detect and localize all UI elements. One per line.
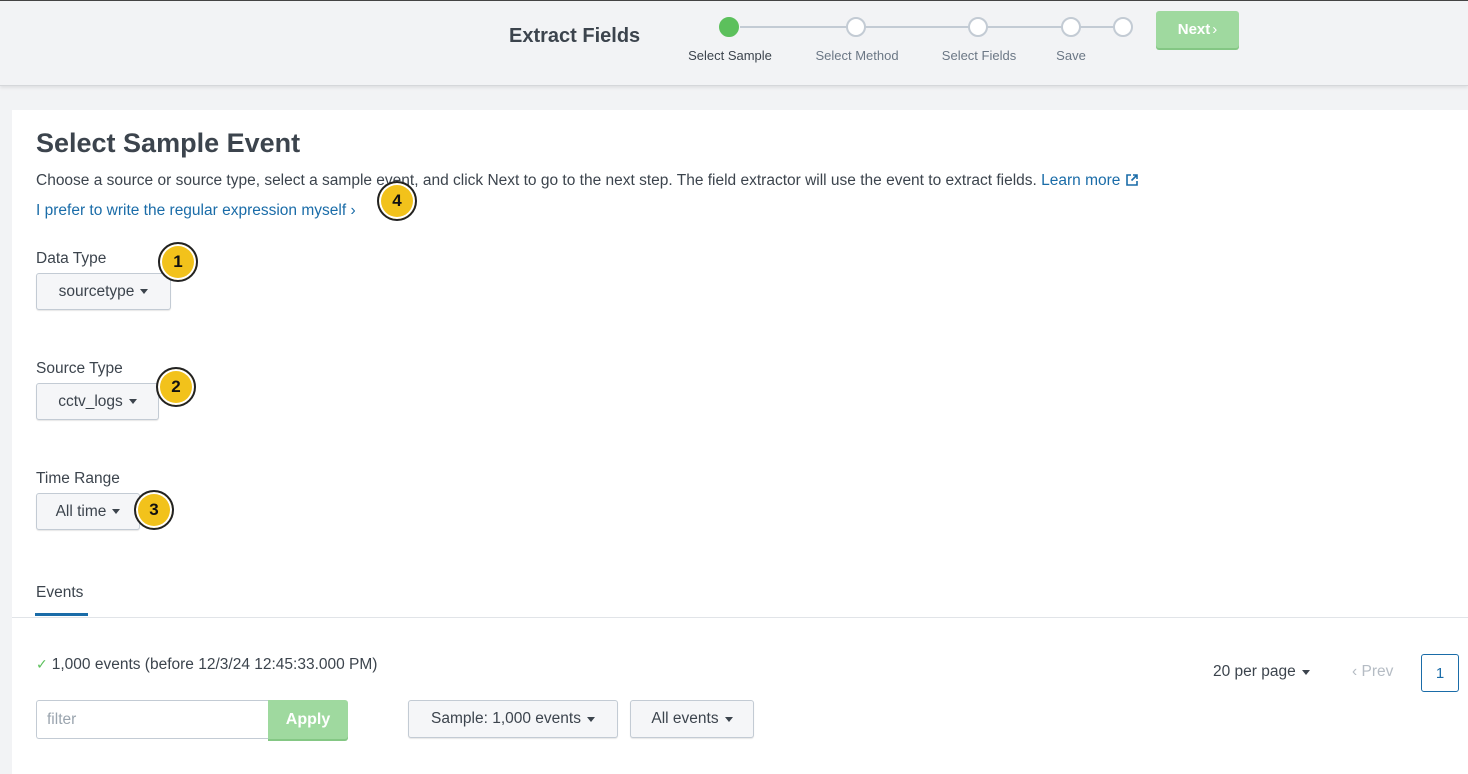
caret-down-icon [724, 716, 733, 722]
all-events-value: All events [651, 710, 719, 727]
step-label-select-fields: Select Fields [941, 48, 1017, 63]
caret-down-icon [1301, 669, 1310, 675]
source-type-value: cctv_logs [58, 392, 123, 410]
description-body: Choose a source or source type, select a… [36, 172, 1037, 189]
callout-badge-3: 3 [134, 490, 174, 530]
callout-badge-4: 4 [377, 181, 417, 221]
learn-more-link[interactable]: Learn more [1041, 172, 1139, 189]
data-type-dropdown[interactable]: sourcetype [36, 273, 171, 310]
external-link-icon [1126, 174, 1139, 186]
step-dot-save [1061, 17, 1081, 37]
top-bar: Extract Fields Select Sample Select Meth… [0, 0, 1468, 86]
description-text: Choose a source or source type, select a… [36, 172, 1139, 190]
caret-down-icon [128, 399, 137, 404]
page-number-button[interactable]: 1 [1421, 654, 1459, 692]
tab-events[interactable]: Events [36, 584, 83, 602]
step-connector [986, 26, 1062, 28]
sample-value: Sample: 1,000 events [431, 710, 581, 727]
prev-label: Prev [1361, 663, 1394, 680]
learn-more-label: Learn more [1041, 172, 1121, 189]
caret-down-icon [112, 509, 121, 514]
time-range-dropdown[interactable]: All time [36, 493, 140, 530]
write-regex-link[interactable]: I prefer to write the regular expression… [36, 202, 356, 220]
per-page-dropdown[interactable]: 20 per page [1213, 663, 1310, 681]
step-dot-select-method [846, 17, 866, 37]
step-label-save: Save [1056, 48, 1086, 63]
events-status-text: 1,000 events (before 12/3/24 12:45:33.00… [51, 656, 378, 673]
step-dot-select-fields [968, 17, 988, 37]
source-type-label: Source Type [36, 360, 123, 377]
tab-divider [12, 617, 1468, 618]
step-dot-final [1113, 17, 1133, 37]
data-type-label: Data Type [36, 250, 107, 267]
source-type-dropdown[interactable]: cctv_logs [36, 383, 159, 420]
page-title: Select Sample Event [36, 128, 301, 158]
per-page-label: 20 per page [1213, 663, 1296, 680]
time-range-label: Time Range [36, 470, 120, 487]
sample-dropdown[interactable]: Sample: 1,000 events [408, 700, 618, 738]
next-button-label: Next [1177, 21, 1211, 38]
caret-down-icon [586, 716, 595, 722]
step-label-select-sample: Select Sample [688, 48, 772, 63]
page-header-title: Extract Fields [509, 25, 641, 47]
callout-badge-1: 1 [158, 242, 198, 282]
chevron-left-icon: ‹ [1352, 663, 1358, 680]
next-button[interactable]: Next › [1156, 11, 1239, 48]
events-status: ✓ 1,000 events (before 12/3/24 12:45:33.0… [36, 656, 377, 674]
step-dot-select-sample [719, 17, 739, 37]
tab-active-indicator [35, 613, 88, 616]
write-regex-label: I prefer to write the regular expression… [36, 202, 347, 219]
filter-input[interactable] [36, 700, 269, 739]
caret-down-icon [140, 289, 149, 294]
check-icon: ✓ [36, 656, 48, 672]
chevron-right-icon: › [350, 202, 356, 219]
time-range-value: All time [55, 502, 107, 520]
step-connector [864, 26, 970, 28]
step-label-select-method: Select Method [815, 48, 899, 63]
all-events-dropdown[interactable]: All events [630, 700, 754, 738]
apply-button[interactable]: Apply [268, 700, 348, 739]
callout-badge-2: 2 [156, 367, 196, 407]
step-connector [1078, 26, 1115, 28]
data-type-value: sourcetype [58, 282, 135, 300]
prev-page-button[interactable]: ‹ Prev [1352, 663, 1393, 681]
step-connector [740, 26, 848, 28]
chevron-right-icon: › [1212, 21, 1218, 38]
